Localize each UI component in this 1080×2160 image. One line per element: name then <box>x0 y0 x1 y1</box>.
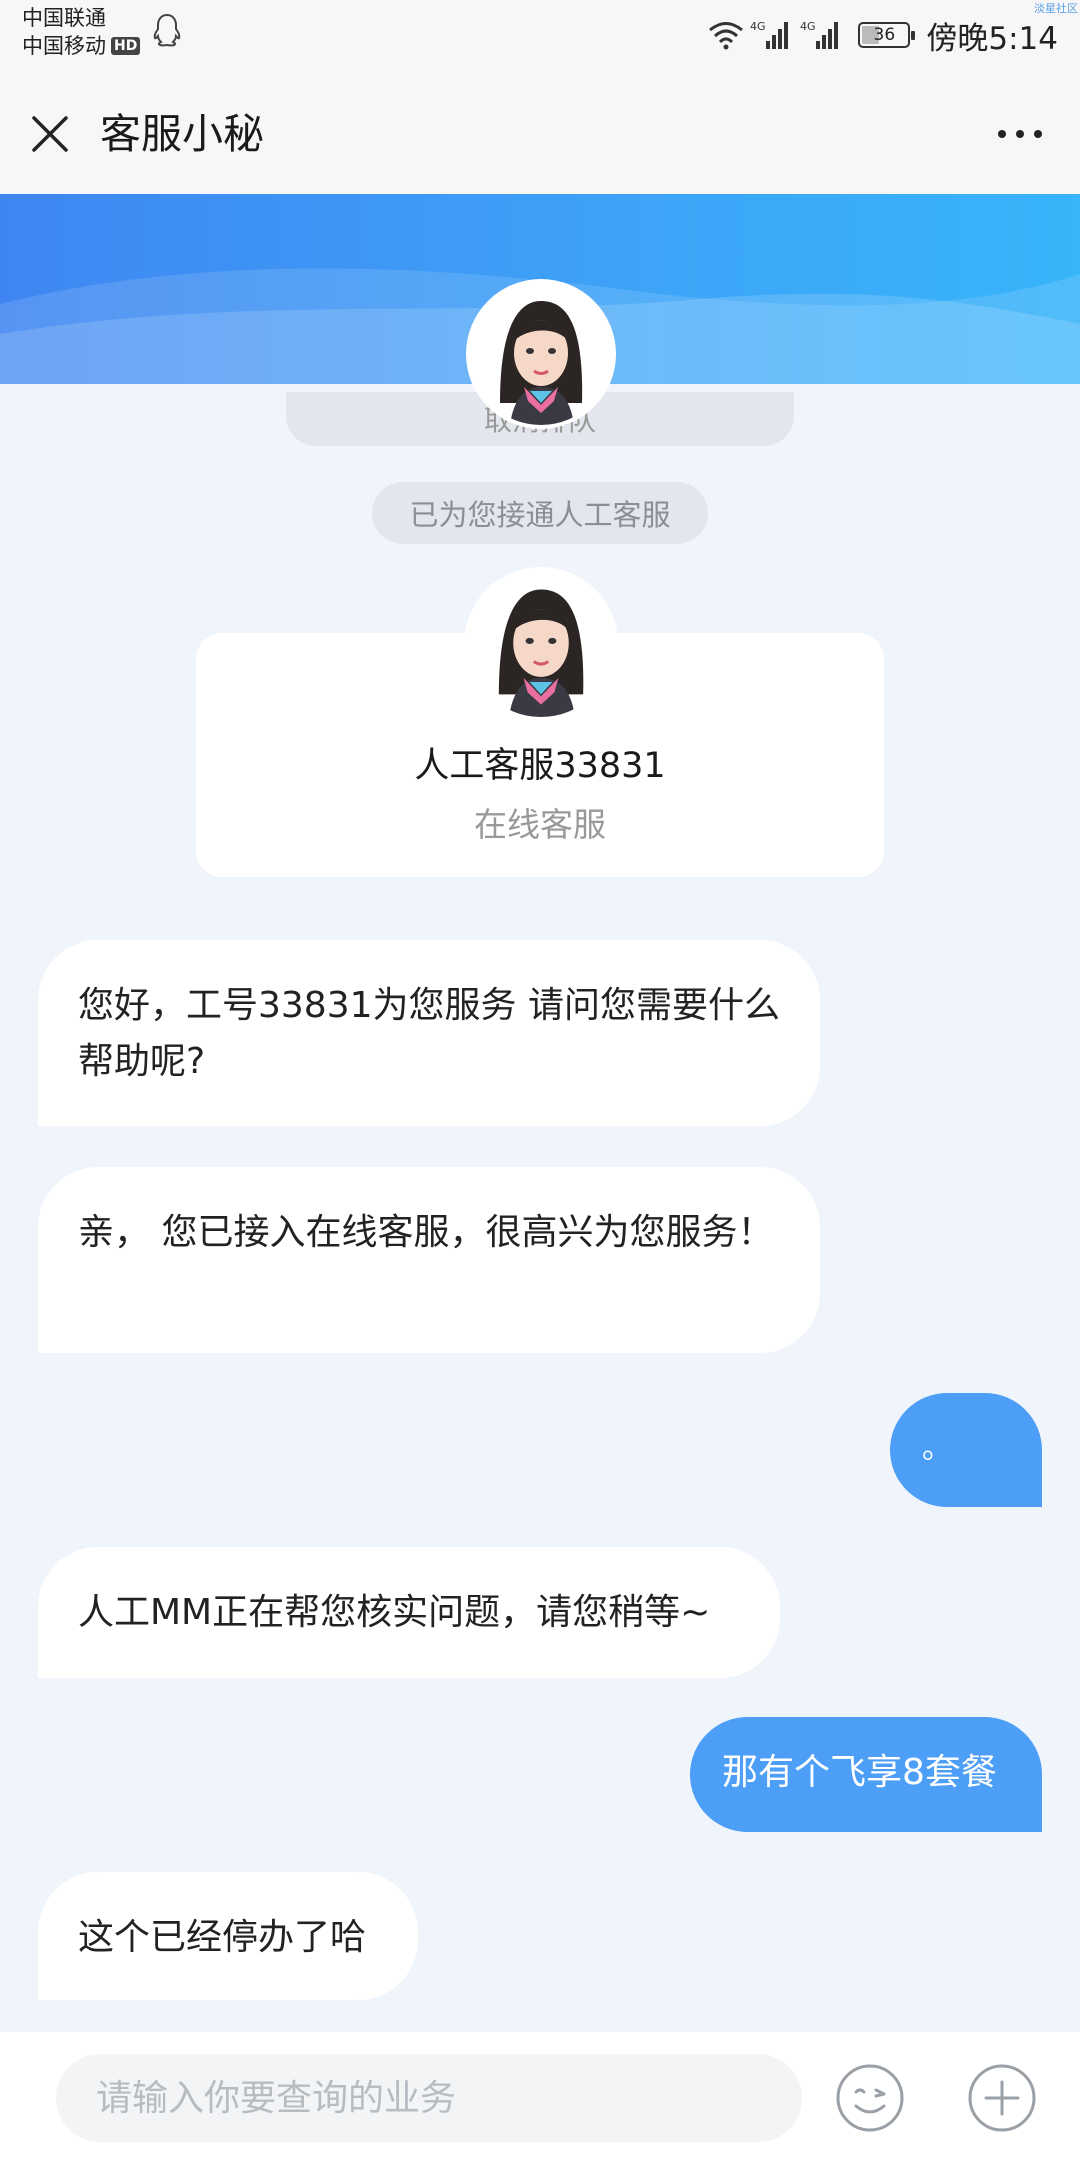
status-time: 傍晚5:14 <box>926 20 1058 57</box>
close-button[interactable] <box>24 108 76 160</box>
message-text: 亲， 您已接入在线客服，很高兴为您服务！ <box>78 1212 774 1253</box>
message-bubble-outgoing: 那有个飞享8套餐 <box>690 1717 1042 1832</box>
input-bar <box>0 2032 1080 2160</box>
more-button[interactable] <box>992 114 1048 154</box>
status-bar: 中国联通 中国移动 HD 4G 4G 36 傍晚5:14 淡星社区 <box>0 0 1080 70</box>
hd-badge: HD <box>111 37 141 55</box>
close-icon <box>32 116 68 152</box>
page-title: 客服小秘 <box>100 110 264 158</box>
system-notice-text: 已为您接通人工客服 <box>409 498 671 532</box>
carrier-1: 中国联通 <box>22 6 106 30</box>
plus-button[interactable] <box>966 2062 1038 2134</box>
agent-avatar-top <box>470 283 612 425</box>
message-text: 那有个飞享8套餐 <box>722 1752 997 1793</box>
wifi-icon <box>709 22 744 50</box>
message-bubble-outgoing: 。 <box>890 1393 1042 1507</box>
watermark: 淡星社区 <box>1034 2 1078 15</box>
svg-text:4G: 4G <box>800 20 816 33</box>
qq-icon <box>153 13 181 47</box>
more-icon <box>998 130 1042 138</box>
agent-role: 在线客服 <box>474 805 606 844</box>
battery-icon: 36 <box>858 22 916 48</box>
title-bar: 客服小秘 <box>0 70 1080 194</box>
svg-text:4G: 4G <box>750 20 766 33</box>
agent-name: 人工客服33831 <box>414 746 666 786</box>
message-bubble-incoming: 您好，工号33831为您服务 请问您需要什么帮助呢? <box>38 940 820 1126</box>
signal-icon: 4G <box>750 20 789 49</box>
message-bubble-incoming: 这个已经停办了哈 <box>38 1872 418 2000</box>
message-text: 这个已经停办了哈 <box>78 1917 367 1958</box>
message-text: 。 <box>922 1431 952 1466</box>
carrier-info: 中国联通 中国移动 HD <box>22 4 141 60</box>
emoji-button[interactable] <box>834 2062 906 2134</box>
system-notice: 已为您接通人工客服 <box>372 482 708 544</box>
signal-icon: 4G <box>800 20 839 49</box>
plus-icon <box>968 2064 1036 2132</box>
message-text: 人工MM正在帮您核实问题，请您稍等~ <box>78 1592 711 1633</box>
agent-avatar <box>468 571 614 717</box>
message-bubble-incoming: 亲， 您已接入在线客服，很高兴为您服务！ <box>38 1167 820 1353</box>
status-indicators: 4G 4G 36 傍晚5:14 <box>702 10 1058 60</box>
message-text: 您好，工号33831为您服务 请问您需要什么帮助呢? <box>78 985 780 1082</box>
message-input[interactable] <box>56 2054 802 2142</box>
emoji-icon <box>836 2064 904 2132</box>
battery-level: 36 <box>873 25 896 45</box>
carrier-2: 中国移动 <box>22 34 106 58</box>
message-bubble-incoming: 人工MM正在帮您核实问题，请您稍等~ <box>38 1547 780 1678</box>
